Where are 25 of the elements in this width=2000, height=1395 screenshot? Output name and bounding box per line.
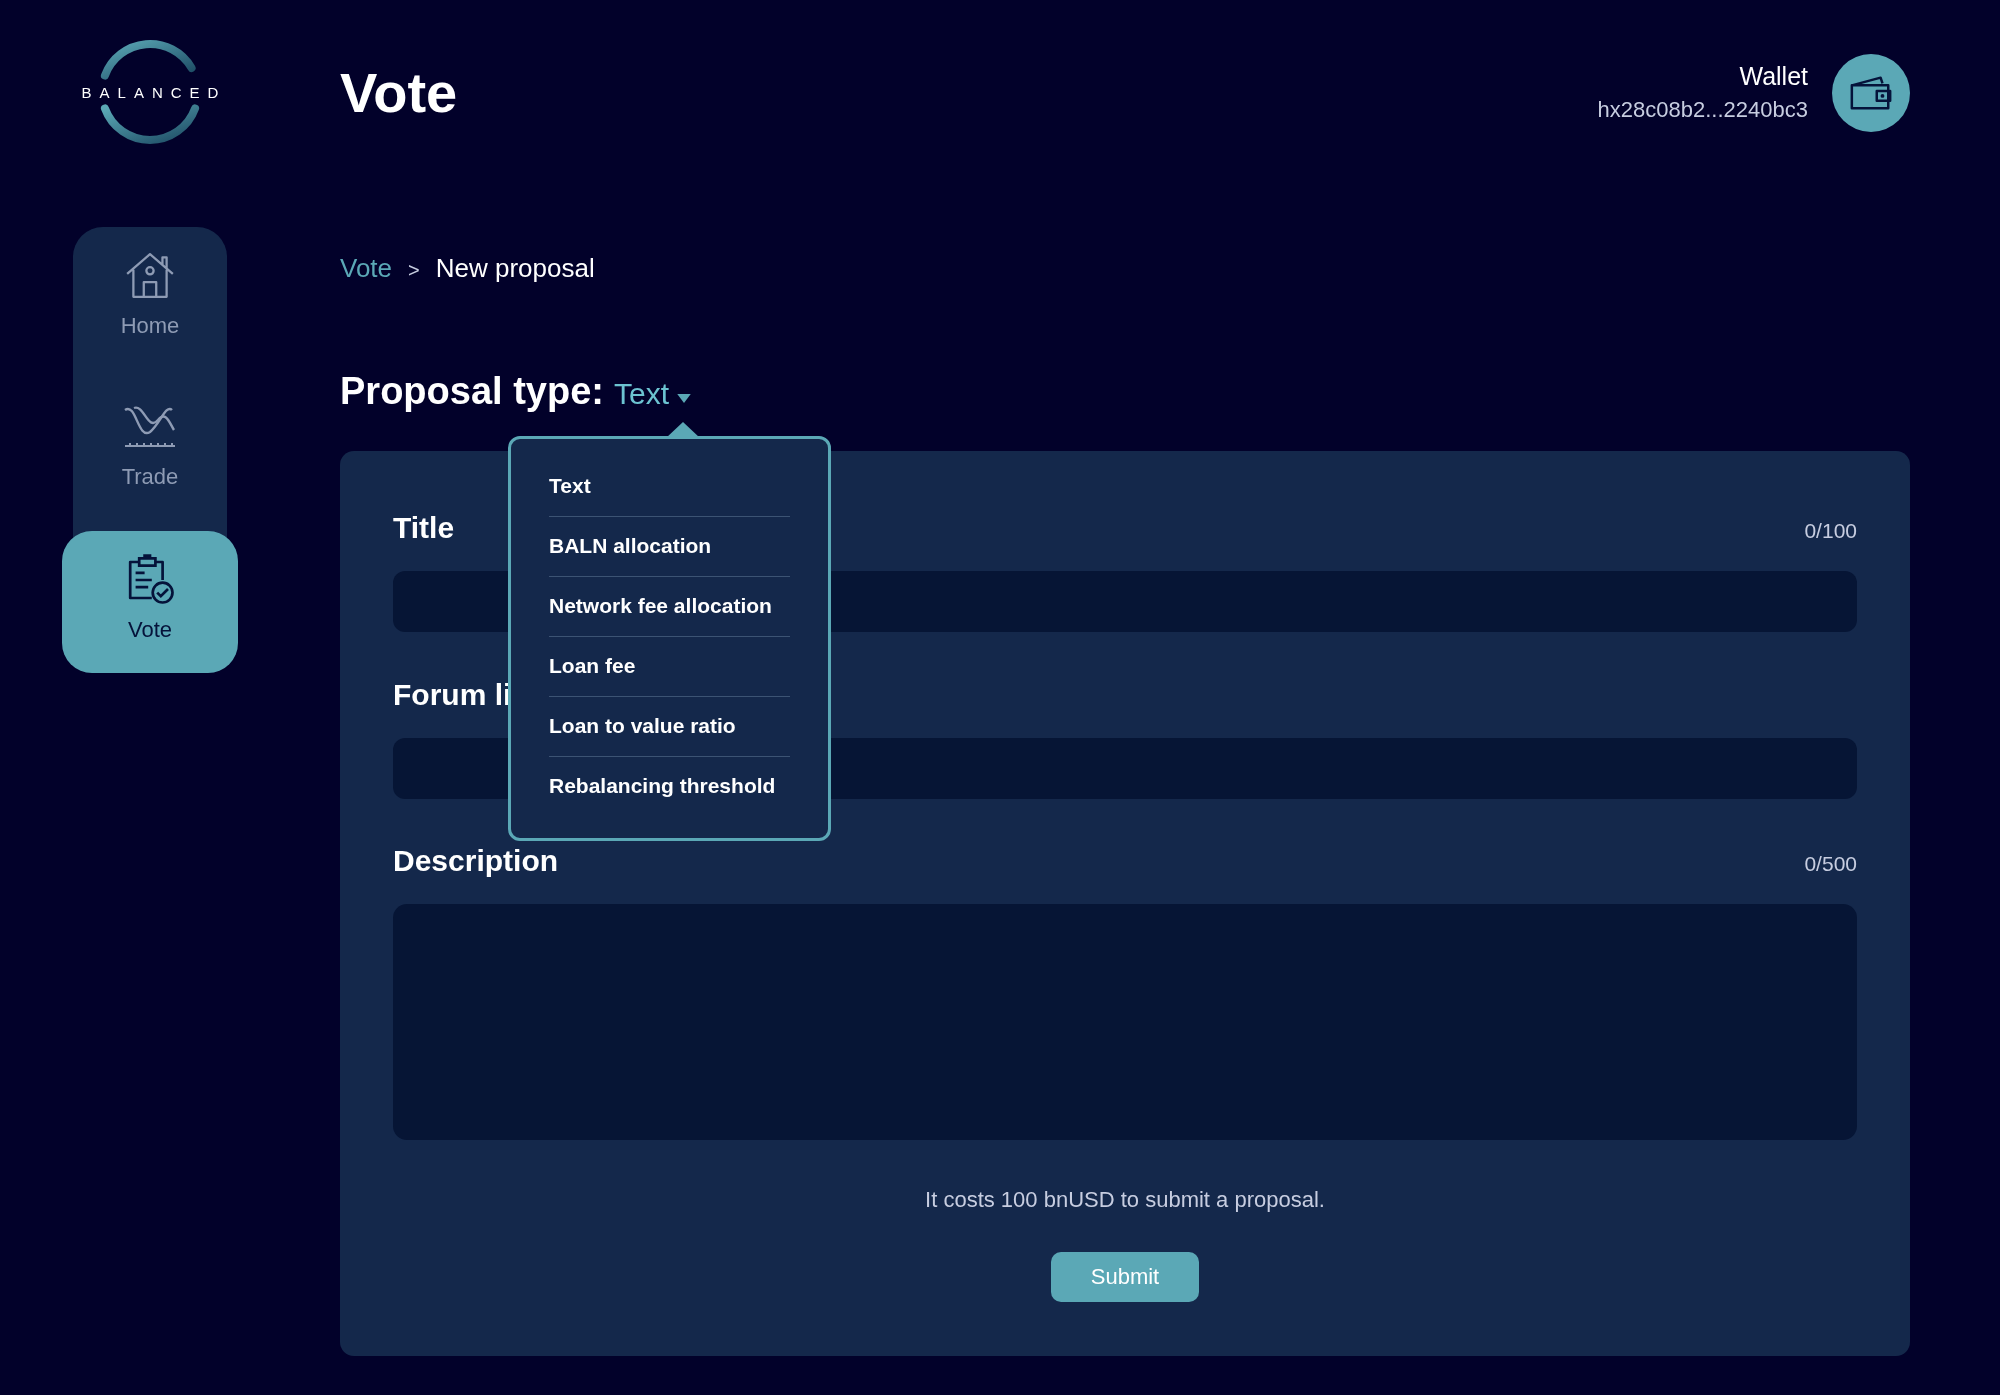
logo-text: BALANCED [81, 83, 227, 101]
logo[interactable]: BALANCED [70, 32, 230, 152]
cost-note: It costs 100 bnUSD to submit a proposal. [924, 1187, 1326, 1213]
dropdown-option[interactable]: Network fee allocation [549, 577, 790, 637]
field-label: Description [393, 844, 559, 878]
breadcrumb-separator: > [408, 259, 420, 282]
dropdown-option[interactable]: BALN allocation [549, 517, 790, 577]
caret-icon [677, 393, 691, 403]
nav-item[interactable]: Home [73, 227, 227, 378]
character-counter: 0/100 [1804, 519, 1857, 543]
dropdown-option[interactable]: Text [549, 457, 790, 517]
breadcrumb-link[interactable]: Vote [340, 253, 393, 284]
field-label: Title [393, 511, 455, 545]
wallet-label: Wallet [1739, 62, 1808, 91]
proposal-type-label: Proposal type: [340, 370, 604, 413]
dropdown-option[interactable]: Rebalancing threshold [549, 757, 790, 816]
breadcrumb-current: New proposal [435, 253, 595, 284]
character-counter: 0/500 [1804, 852, 1857, 876]
dropdown-option[interactable]: Loan fee [549, 637, 790, 697]
dropdown-option[interactable]: Loan to value ratio [549, 697, 790, 757]
wallet-address: hx28c08b2...2240bc3 [1597, 97, 1808, 123]
proposal-type-dropdown[interactable]: Text [613, 377, 691, 411]
nav-item[interactable]: Trade [73, 378, 227, 529]
page-title: Vote [340, 60, 458, 125]
nav-item[interactable]: Vote [62, 531, 238, 673]
